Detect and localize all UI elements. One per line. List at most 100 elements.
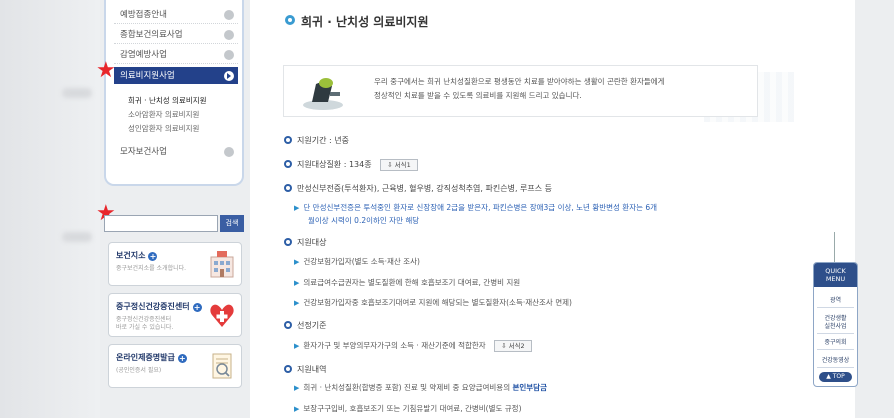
arrow-right-icon: ▶ — [294, 299, 300, 307]
section-text: 지원내역 — [297, 365, 327, 374]
card-desc-line: 중구정신건강증진센터 — [116, 316, 172, 323]
card-desc: 중구정신건강증진센터 바로 가실 수 있습니다. — [116, 316, 173, 332]
left-blurred-area — [0, 0, 100, 418]
criteria-item: ▶ 환자가구 및 부양의무자가구의 소득 · 재산기준에 적합한자 ⇩ 서식2 — [294, 340, 532, 352]
circle-icon — [224, 10, 234, 20]
intro-text-line: 우리 중구에서는 희귀 난치성질환으로 평생동안 치료를 받아야하는 생활이 곤… — [374, 77, 665, 86]
item-text: 희귀 · 난치성질환(합병증 포함) 진료 및 약제비 중 요양급여비용의 — [303, 383, 513, 392]
button-label: 서식1 — [394, 161, 411, 169]
card-mental-health[interactable]: 중구정신건강증진센터 + 중구정신건강증진센터 바로 가실 수 있습니다. — [108, 293, 242, 337]
circle-icon — [224, 50, 234, 60]
item-text: 환자가구 및 부양의무자가구의 소득 · 재산기준에 적합한자 — [303, 341, 486, 350]
arrow-right-icon: ▶ — [294, 204, 300, 212]
section-text: 선정기준 — [297, 321, 327, 330]
submenu-item-adult-cancer[interactable]: 성인암환자 의료비지원 — [128, 123, 199, 134]
card-title: 보건지소 + — [116, 250, 158, 261]
section-criteria: 선정기준 — [284, 320, 326, 331]
plus-icon: + — [177, 354, 187, 363]
menu-item-health-care[interactable]: 종합보건의료사업 — [114, 26, 238, 44]
quick-menu-title: QUICK MENU — [825, 267, 846, 283]
section-chronic: 만성신부전증(투석환자), 근육병, 혈우병, 강직성척추염, 파킨슨병, 루프… — [284, 183, 552, 194]
blurred-mark — [62, 88, 92, 98]
item-text: 건강보험가입자(별도 소득·재산 조사) — [303, 257, 420, 266]
card-health-center[interactable]: 보건지소 + 중구보건지소를 소개합니다. — [108, 242, 242, 286]
section-diseases: 지원대상질환 : 134종 ⇩ 서식1 — [284, 159, 418, 171]
blurred-mark — [62, 232, 92, 242]
section-details: 지원내역 — [284, 364, 326, 375]
search-button[interactable]: 검색 — [220, 215, 244, 232]
menu-item-label: 종합보건의료사업 — [120, 30, 183, 40]
target-item: ▶ 건강보험가입자중 호흡보조기대여로 지원에 해당되는 별도질환자(소득·재산조… — [294, 297, 572, 308]
menu-item-vaccination[interactable]: 예방접종안내 — [114, 6, 238, 24]
menu-item-maternal-health[interactable]: 모자보건사업 — [114, 143, 238, 161]
quick-menu-string — [834, 232, 835, 262]
details-item: ▶ 보장구구입비, 호흡보조기 또는 기침유발기 대여료, 간병비(별도 규정) — [294, 403, 522, 414]
arrow-right-icon: ▶ — [294, 384, 300, 392]
section-bullet-icon — [284, 321, 292, 329]
sidebar-menu: 예방접종안내 종합보건의료사업 감염예방사업 의료비지원사업 희귀 · 난치성 … — [104, 0, 244, 186]
arrow-right-icon — [224, 71, 234, 81]
arrow-right-icon: ▶ — [294, 279, 300, 287]
item-text: 보장구구입비, 호흡보조기 또는 기침유발기 대여료, 간병비(별도 규정) — [303, 404, 522, 413]
search-bar: 검색 — [104, 215, 244, 232]
circle-icon — [224, 30, 234, 40]
menu-item-label: 모자보건사업 — [120, 147, 167, 157]
section-bullet-icon — [284, 365, 292, 373]
building-icon — [210, 251, 234, 278]
section-text: 만성신부전증(투석환자), 근육병, 혈우병, 강직성척추염, 파킨슨병, 루프… — [297, 184, 553, 193]
section-period: 지원기간 : 년중 — [284, 135, 349, 146]
submenu-item-rare-disease[interactable]: 희귀 · 난치성 의료비지원 — [128, 95, 207, 106]
plus-icon: + — [192, 303, 202, 312]
quick-item[interactable]: 건강동영상 — [817, 355, 854, 368]
section-text: 지원대상질환 : 134종 — [297, 160, 372, 169]
chronic-note-cont: 월이상 시력이 0.2이하인 자만 해당 — [308, 216, 420, 225]
plus-icon: + — [148, 252, 158, 261]
intro-text-line: 정상적인 치료를 받을 수 있도록 의료비를 지원해 드리고 있습니다. — [374, 91, 582, 100]
document-magnifier-icon — [212, 353, 232, 379]
item-text-highlight: 본인부담금 — [512, 383, 547, 392]
menu-item-label: 예방접종안내 — [120, 10, 167, 20]
quick-item[interactable]: 건강생활 실천사업 — [817, 313, 854, 334]
quick-item[interactable]: 중구의회 — [817, 337, 854, 350]
scroll-top-label: TOP — [832, 373, 845, 380]
title-bullet-icon — [285, 15, 295, 25]
details-item: ▶ 희귀 · 난치성질환(합병증 포함) 진료 및 약제비 중 요양급여비용의 본… — [294, 382, 547, 393]
star-marker-icon: ★ — [96, 58, 116, 83]
target-item: ▶ 건강보험가입자(별도 소득·재산 조사) — [294, 256, 420, 267]
search-input[interactable] — [104, 215, 218, 232]
card-title-text: 중구정신건강증진센터 — [116, 302, 190, 311]
page: 예방접종안내 종합보건의료사업 감염예방사업 의료비지원사업 희귀 · 난치성 … — [0, 0, 894, 418]
card-desc-line: 바로 가실 수 있습니다. — [116, 324, 174, 331]
quick-menu-header: QUICK MENU — [814, 263, 857, 287]
form2-download-button[interactable]: ⇩ 서식2 — [494, 340, 532, 352]
section-text: 지원기간 : 년중 — [297, 136, 349, 145]
menu-item-label: 의료비지원사업 — [120, 71, 175, 81]
intro-box: 우리 중구에서는 희귀 난치성질환으로 평생동안 치료를 받아야하는 생활이 곤… — [283, 65, 758, 117]
target-item: ▶ 의료급여수급권자는 별도질환에 한해 호흡보조기 대여료, 간병비 지원 — [294, 277, 520, 288]
section-bullet-icon — [284, 136, 292, 144]
submenu-item-child-cancer[interactable]: 소아암환자 의료비지원 — [128, 109, 199, 120]
section-bullet-icon — [284, 160, 292, 168]
section-bullet-icon — [284, 184, 292, 192]
quick-item[interactable]: 광역 — [817, 295, 854, 308]
menu-item-infection-prevention[interactable]: 감염예방사업 — [114, 46, 238, 64]
microscope-icon — [303, 78, 343, 110]
scroll-top-button[interactable]: ▲ TOP — [819, 372, 852, 382]
form1-download-button[interactable]: ⇩ 서식1 — [380, 159, 418, 171]
heart-icon — [210, 304, 234, 327]
card-desc: (공인인증서 필요) — [116, 367, 162, 374]
menu-item-medical-support[interactable]: 의료비지원사업 — [114, 67, 238, 84]
page-title: 희귀 · 난치성 의료비지원 — [301, 15, 429, 29]
menu-item-label: 감염예방사업 — [120, 50, 167, 60]
arrow-right-icon: ▶ — [294, 405, 300, 413]
section-text: 지원대상 — [297, 238, 327, 247]
card-title: 온라인제증명발급 + — [116, 352, 187, 363]
arrow-right-icon: ▶ — [294, 342, 300, 350]
arrow-right-icon: ▶ — [294, 258, 300, 266]
card-title-text: 보건지소 — [116, 251, 146, 260]
item-text: 건강보험가입자중 호흡보조기대여로 지원에 해당되는 별도질환자(소득·재산조사… — [303, 298, 572, 307]
quick-menu: QUICK MENU 광역 건강생활 실천사업 중구의회 건강동영상 ▲ TOP — [813, 262, 858, 387]
card-online-certificate[interactable]: 온라인제증명발급 + (공인인증서 필요) — [108, 344, 242, 388]
button-label: 서식2 — [508, 342, 525, 350]
chronic-note: ▶ 단 만성신부전증은 투석중인 환자로 신장장애 2급을 받은자, 파킨슨병은 … — [294, 202, 657, 213]
